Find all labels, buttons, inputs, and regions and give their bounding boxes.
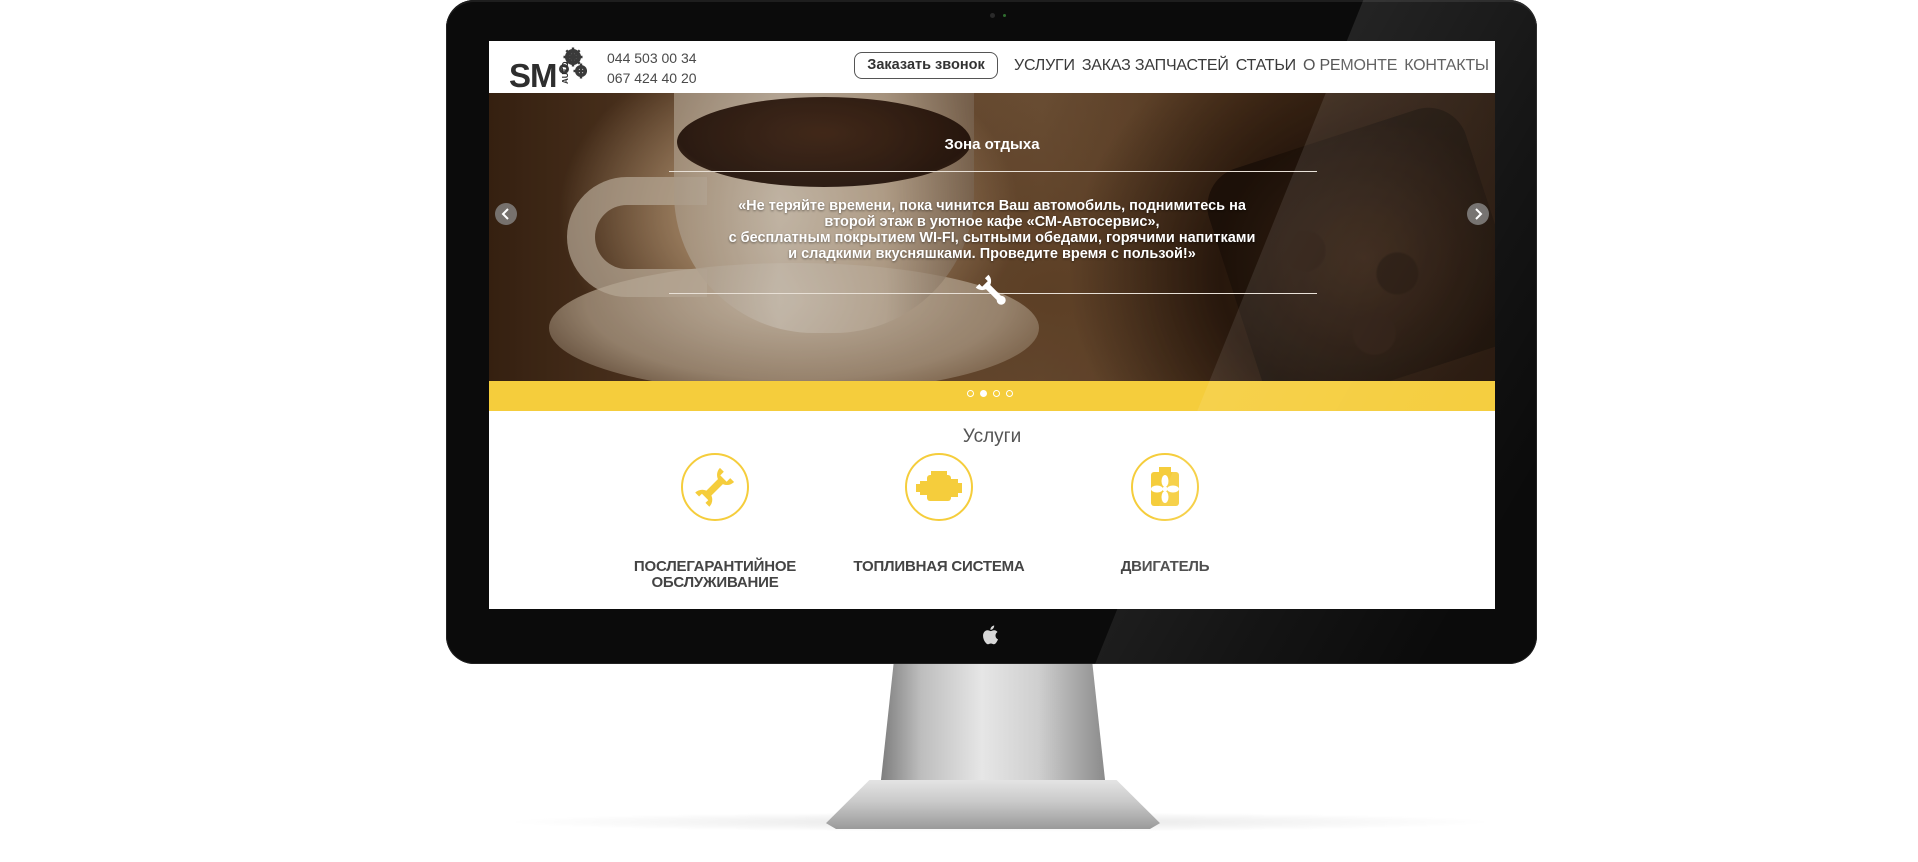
slider-dot-3[interactable] xyxy=(993,390,1000,397)
apple-logo-icon xyxy=(979,623,1003,647)
service-icon-wrapper xyxy=(681,453,749,521)
service-label: ТОПЛИВНАЯ СИСТЕМА xyxy=(839,559,1039,575)
slider-dot-4[interactable] xyxy=(1006,390,1013,397)
service-label-line: ТОПЛИВНАЯ СИСТЕМА xyxy=(853,558,1025,575)
site-header: SM AUTO 044 503 00 34 067 424 40 20 Зака… xyxy=(489,41,1495,93)
slide-title: Зона отдыха xyxy=(944,136,1040,153)
service-icon-wrapper xyxy=(1131,453,1199,521)
slide-text: «Не теряйте времени, пока чинится Ваш ав… xyxy=(489,198,1495,262)
service-label-line: ОБСЛУЖИВАНИЕ xyxy=(651,574,779,591)
slide-text-line: второй этаж в уютное кафе «СМ-Автосервис… xyxy=(824,214,1160,230)
site-logo[interactable]: SM AUTO xyxy=(509,45,589,94)
wrench-icon xyxy=(695,467,735,507)
monitor-frame: SM AUTO 044 503 00 34 067 424 40 20 Зака… xyxy=(446,0,1537,664)
services-title: Услуги xyxy=(962,426,1022,447)
logo-text: SM xyxy=(509,57,557,94)
camera-led-icon xyxy=(1003,14,1006,17)
website-screen: SM AUTO 044 503 00 34 067 424 40 20 Зака… xyxy=(489,41,1495,609)
nav-item-services[interactable]: УСЛУГИ xyxy=(1014,57,1075,75)
service-label: ДВИГАТЕЛЬ xyxy=(1065,559,1265,575)
logo-subtext: AUTO xyxy=(561,61,570,84)
service-label-line: ДВИГАТЕЛЬ xyxy=(1120,558,1210,575)
slide-text-line: с бесплатным покрытием WI-FI, сытными об… xyxy=(728,230,1256,246)
service-label-line: ПОСЛЕГАРАНТИЙНОЕ xyxy=(633,558,797,575)
slider-next-button[interactable] xyxy=(1467,203,1489,225)
slide-divider-top xyxy=(669,171,1317,172)
wrench-icon xyxy=(975,274,1006,305)
slider-dot-1[interactable] xyxy=(967,390,974,397)
phone-numbers: 044 503 00 34 067 424 40 20 xyxy=(607,48,697,88)
chevron-right-icon xyxy=(1475,208,1483,220)
slider-pagination-bar xyxy=(489,381,1495,411)
camera-icon xyxy=(990,13,995,18)
nav-item-articles[interactable]: СТАТЬИ xyxy=(1236,57,1296,75)
main-nav: УСЛУГИ ЗАКАЗ ЗАПЧАСТЕЙ СТАТЬИ О РЕМОНТЕ … xyxy=(1014,57,1489,75)
nav-item-about-repair[interactable]: О РЕМОНТЕ xyxy=(1303,57,1397,75)
monitor-stand-base xyxy=(826,780,1160,829)
chevron-left-icon xyxy=(501,208,509,220)
slider-dots xyxy=(967,390,1013,397)
monitor-stand-neck xyxy=(880,664,1106,789)
nav-item-contacts[interactable]: КОНТАКТЫ xyxy=(1404,57,1489,75)
phone-number-1[interactable]: 044 503 00 34 xyxy=(607,48,697,68)
nav-item-parts-order[interactable]: ЗАКАЗ ЗАПЧАСТЕЙ xyxy=(1082,57,1229,75)
slider-prev-button[interactable] xyxy=(495,203,517,225)
gears-icon xyxy=(559,47,587,79)
slider-dot-2[interactable] xyxy=(980,390,987,397)
slide-text-line: и сладкими вкусняшками. Проведите время … xyxy=(788,246,1196,262)
service-icon-wrapper xyxy=(905,453,973,521)
radiator-fan-icon xyxy=(1151,467,1179,506)
service-label: ПОСЛЕГАРАНТИЙНОЕ ОБСЛУЖИВАНИЕ xyxy=(615,559,815,591)
engine-icon xyxy=(916,471,962,501)
slide-text-line: «Не теряйте времени, пока чинится Ваш ав… xyxy=(738,198,1246,214)
hero-slider: Зона отдыха «Не теряйте времени, пока чи… xyxy=(489,93,1495,381)
slide-content: Зона отдыха «Не теряйте времени, пока чи… xyxy=(489,93,1495,381)
order-call-button[interactable]: Заказать звонок xyxy=(854,52,998,79)
phone-number-2[interactable]: 067 424 40 20 xyxy=(607,68,697,88)
